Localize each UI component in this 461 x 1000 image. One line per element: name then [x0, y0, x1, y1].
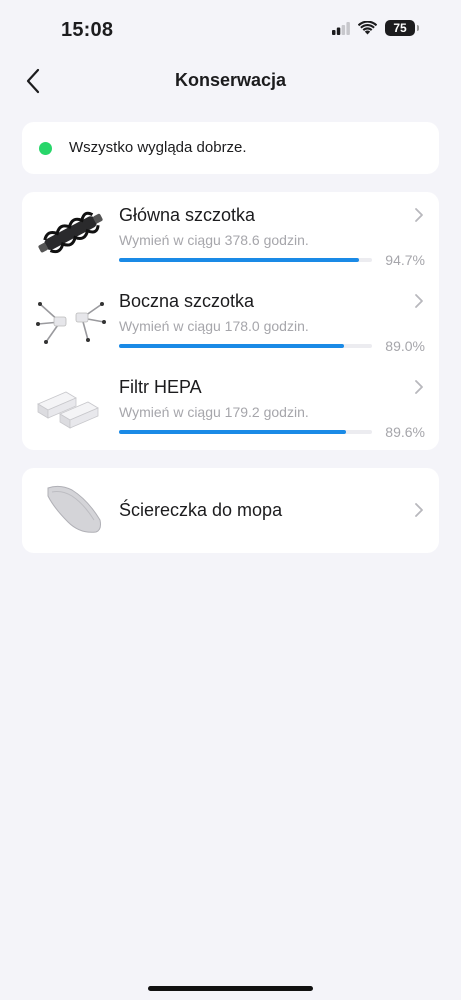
part-row-side-brush[interactable]: Boczna szczotka Wymień w ciągu 178.0 god…	[22, 278, 439, 364]
part-percent: 89.6%	[385, 424, 425, 440]
mop-cloth-icon	[47, 485, 101, 533]
status-icons: 75	[332, 20, 419, 36]
chevron-right-icon	[415, 208, 423, 222]
part-name: Filtr HEPA	[119, 377, 202, 397]
progress-fill	[119, 258, 359, 262]
part-name: Boczna szczotka	[119, 291, 255, 311]
parts-card: Główna szczotka Wymień w ciągu 378.6 god…	[22, 192, 439, 450]
navigation-bar: Konserwacja	[0, 56, 461, 106]
battery-indicator: 75	[385, 20, 419, 36]
chevron-right-icon	[415, 294, 423, 308]
progress-fill	[119, 430, 346, 434]
side-brush-icon	[36, 302, 106, 344]
progress-track	[119, 344, 372, 348]
mop-cloth-card[interactable]: Ściereczka do mopa	[22, 468, 439, 553]
main-brush-icon	[38, 211, 103, 254]
part-remaining-time: Wymień w ciągu 179.2 godzin.	[119, 404, 309, 420]
progress-fill	[119, 344, 345, 348]
wifi-icon	[358, 21, 377, 35]
cellular-signal-icon	[332, 21, 350, 35]
page-title: Konserwacja	[174, 70, 287, 90]
status-bar: 15:08 75	[0, 0, 461, 62]
chevron-right-icon	[415, 503, 423, 517]
part-remaining-time: Wymień w ciągu 178.0 godzin.	[119, 318, 309, 334]
part-remaining-time: Wymień w ciągu 378.6 godzin.	[119, 232, 309, 248]
mop-cloth-name: Ściereczka do mopa	[119, 500, 283, 520]
progress-track	[119, 430, 372, 434]
chevron-right-icon	[415, 380, 423, 394]
status-text: Wszystko wygląda dobrze.	[69, 139, 247, 156]
status-ok-indicator	[39, 142, 52, 155]
battery-tip	[417, 25, 419, 31]
part-percent: 94.7%	[385, 252, 425, 268]
part-percent: 89.0%	[385, 338, 425, 354]
home-indicator[interactable]	[148, 986, 313, 991]
status-time: 15:08	[61, 19, 114, 41]
hepa-filter-icon	[37, 391, 99, 429]
status-card: Wszystko wygląda dobrze.	[22, 122, 439, 174]
progress-track	[119, 258, 372, 262]
battery-level: 75	[385, 20, 415, 36]
part-row-hepa-filter[interactable]: Filtr HEPA Wymień w ciągu 179.2 godzin. …	[22, 364, 439, 450]
part-row-main-brush[interactable]: Główna szczotka Wymień w ciągu 378.6 god…	[22, 192, 439, 278]
part-name: Główna szczotka	[119, 205, 256, 225]
